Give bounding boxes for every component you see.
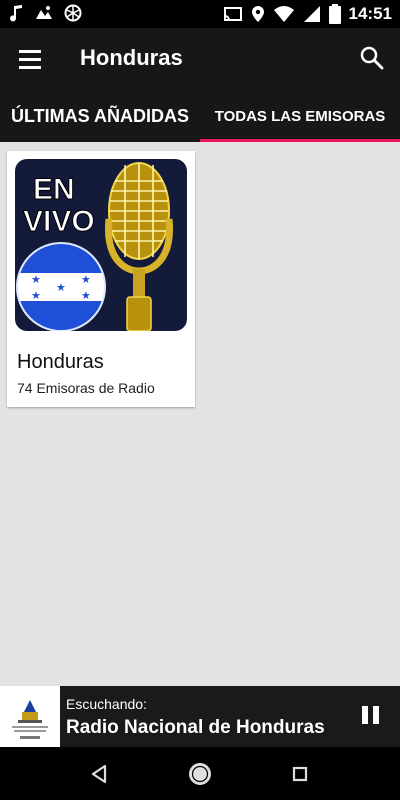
- cast-icon: [223, 7, 242, 21]
- svg-text:★: ★: [31, 273, 41, 286]
- aperture-icon: [64, 4, 82, 22]
- signal-icon: [303, 6, 320, 22]
- music-note-icon: [10, 5, 22, 22]
- station-name: Honduras: [17, 351, 104, 373]
- station-count: 74 Emisoras de Radio: [17, 380, 155, 396]
- svg-text:★: ★: [31, 289, 41, 302]
- svg-text:★: ★: [81, 273, 91, 286]
- station-grid: EN VIVO ★ ★ ★ ★ ★ Honduras 74 Emisoras d…: [0, 142, 400, 682]
- honduras-flag-icon: ★ ★ ★ ★ ★: [16, 242, 106, 331]
- menu-icon[interactable]: [14, 43, 48, 75]
- station-logo: [0, 686, 60, 747]
- tab-all-stations[interactable]: TODAS LAS EMISORAS: [200, 90, 400, 142]
- svg-text:★: ★: [81, 289, 91, 302]
- now-playing-station: Radio Nacional de Honduras: [66, 717, 325, 738]
- tab-latest-added[interactable]: ÚLTIMAS AÑADIDAS: [0, 90, 200, 142]
- wifi-icon: [273, 6, 294, 22]
- now-playing-bar[interactable]: Escuchando: Radio Nacional de Honduras: [0, 686, 400, 747]
- recents-icon[interactable]: [285, 759, 315, 789]
- badge-line-2: VIVO: [23, 205, 95, 238]
- badge-line-1: EN: [33, 173, 75, 206]
- clock: 14:51: [348, 4, 392, 23]
- station-card[interactable]: EN VIVO ★ ★ ★ ★ ★ Honduras 74 Emisoras d…: [7, 151, 195, 407]
- status-bar: 14:51: [0, 0, 400, 28]
- station-artwork: EN VIVO ★ ★ ★ ★ ★: [15, 159, 187, 331]
- tab-bar: ÚLTIMAS AÑADIDAS TODAS LAS EMISORAS: [0, 90, 400, 142]
- home-icon[interactable]: [185, 759, 215, 789]
- page-title: Honduras: [80, 45, 183, 70]
- battery-icon: [328, 4, 341, 24]
- location-icon: [251, 6, 264, 22]
- now-playing-label: Escuchando:: [66, 696, 147, 712]
- back-icon[interactable]: [85, 759, 115, 789]
- system-nav-bar: [0, 747, 400, 800]
- svg-text:★: ★: [56, 281, 66, 294]
- photos-icon: [36, 6, 52, 19]
- app-bar: Honduras: [0, 28, 400, 90]
- pause-icon[interactable]: [362, 706, 382, 728]
- search-icon[interactable]: [358, 44, 386, 72]
